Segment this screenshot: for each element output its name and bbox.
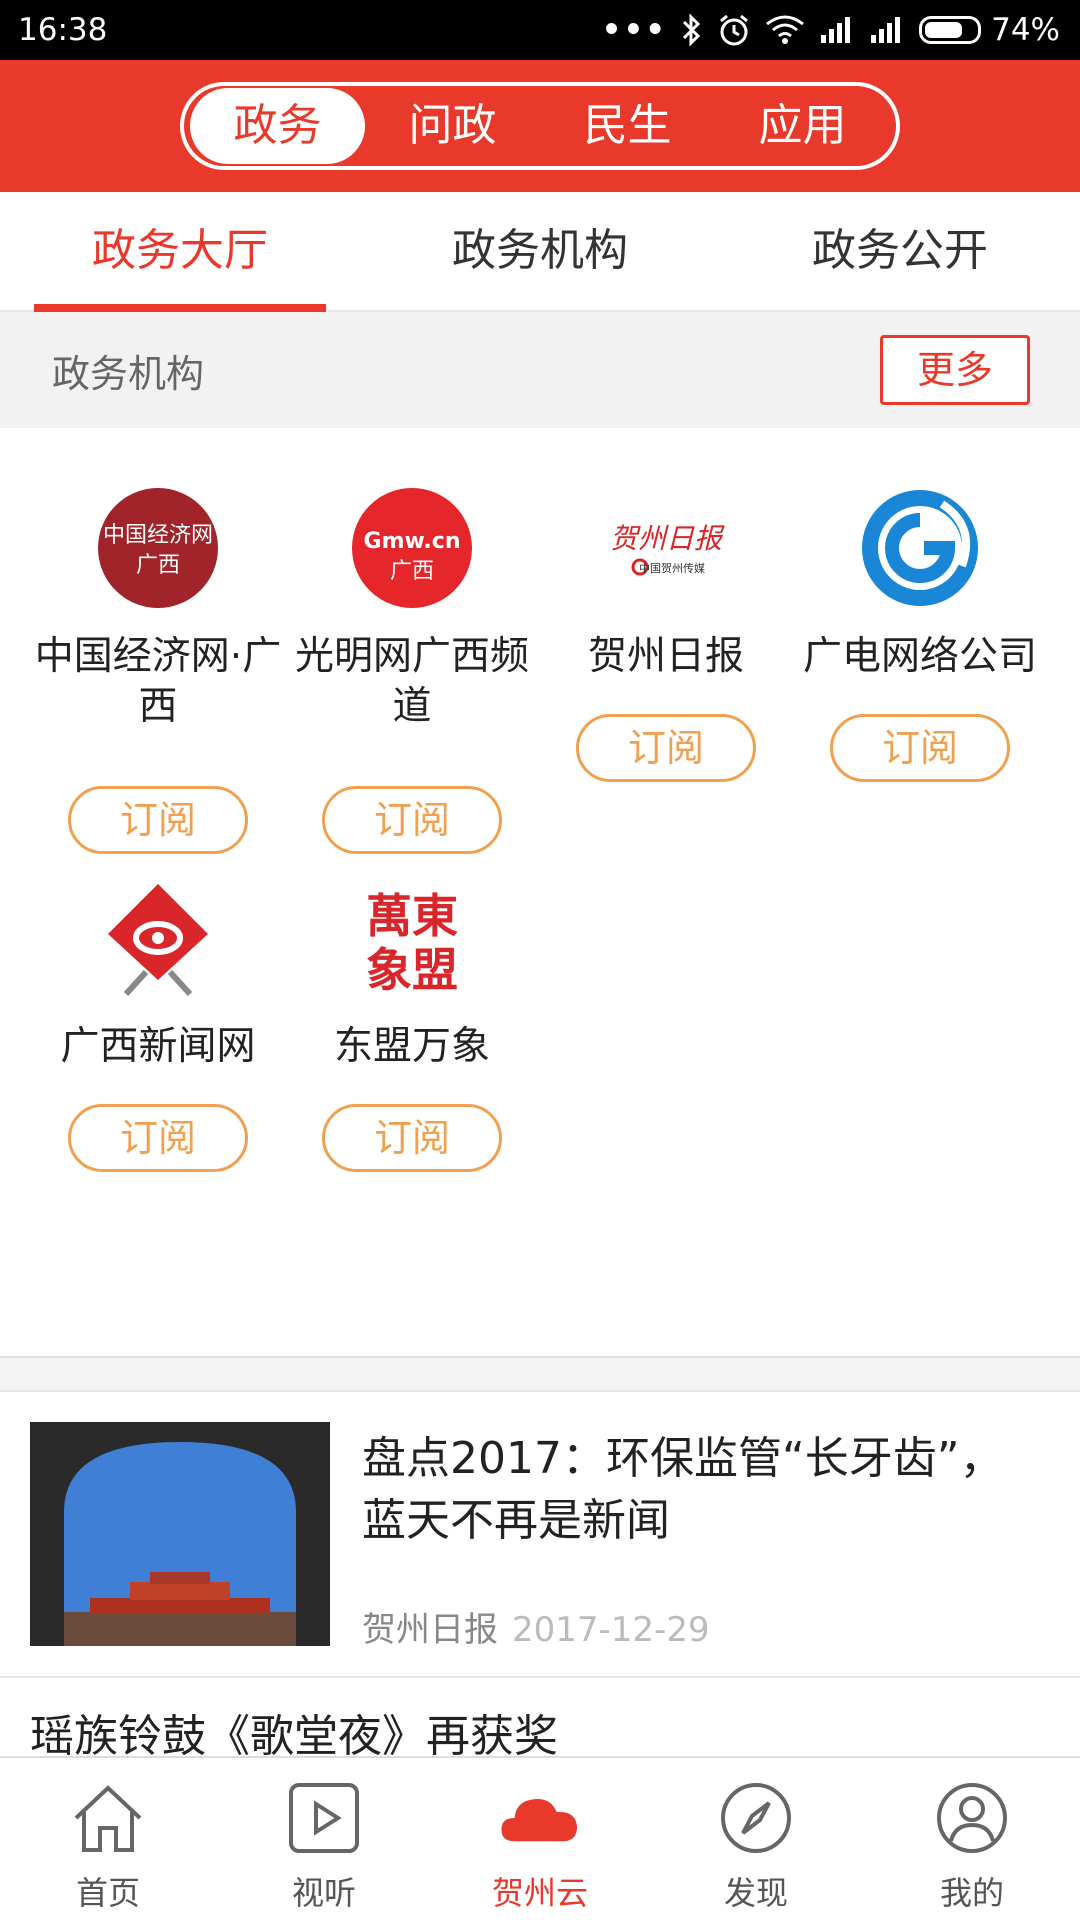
section-title: 政务机构: [52, 351, 205, 396]
nav-label: 贺州云: [491, 1874, 588, 1912]
nav-hezhou-cloud[interactable]: 贺州云: [432, 1758, 648, 1920]
asean-logo-text-2: 象盟: [366, 943, 458, 997]
home-icon: [68, 1778, 148, 1858]
signal-icon-2: [869, 15, 905, 45]
org-card-guangdian[interactable]: 广电网络公司 订阅: [792, 486, 1048, 782]
hezhou-daily-logo-icon: 贺州日报 中国贺州传媒: [604, 486, 728, 610]
nav-label: 我的: [939, 1874, 1004, 1912]
gxnews-logo-icon: [96, 876, 220, 1000]
battery-icon: [919, 16, 982, 44]
nav-home[interactable]: 首页: [0, 1758, 216, 1920]
ce-logo-text-1: 中国经济网: [103, 523, 213, 548]
hezhou-logo-text-1: 贺州日报: [610, 522, 725, 555]
org-grid: 中国经济网 广西 中国经济网·广西 订阅 Gmw.cn 广西 光明网广西频道 订…: [0, 428, 1080, 1358]
battery-percent: 74%: [991, 12, 1060, 48]
news-meta: 贺州日报 2017-12-29: [362, 1602, 710, 1651]
subscribe-button[interactable]: 订阅: [322, 1104, 502, 1172]
ce-logo-icon: 中国经济网 广西: [96, 486, 220, 610]
battery-indicator: 74%: [919, 12, 1060, 48]
nav-label: 首页: [75, 1874, 140, 1912]
gmw-logo-icon: Gmw.cn 广西: [350, 486, 474, 610]
nav-discover[interactable]: 发现: [648, 1758, 864, 1920]
news-item[interactable]: 瑶族铃鼓《歌堂夜》再获奖: [0, 1678, 1080, 1758]
tab-zhengwu-gongkai[interactable]: 政务公开: [720, 192, 1080, 310]
status-bar: 16:38 ••• 74%: [0, 0, 1080, 60]
top-header: 政务 问政 民生 应用: [0, 60, 1080, 192]
ce-logo-text-2: 广西: [136, 553, 180, 578]
segment-control: 政务 问政 民生 应用: [180, 82, 900, 170]
org-name: 广电网络公司: [802, 634, 1037, 679]
news-date: 2017-12-29: [512, 1610, 710, 1650]
news-thumbnail: [30, 1422, 330, 1646]
subscribe-button[interactable]: 订阅: [68, 1104, 248, 1172]
nav-label: 发现: [723, 1874, 788, 1912]
segment-yingyong[interactable]: 应用: [715, 88, 890, 164]
org-name: 贺州日报: [587, 634, 744, 679]
news-item[interactable]: 盘点2017：环保监管“长牙齿”，蓝天不再是新闻 贺州日报 2017-12-29: [0, 1392, 1080, 1678]
segment-zhengwu[interactable]: 政务: [190, 88, 365, 164]
org-card-ce-guangxi[interactable]: 中国经济网 广西 中国经济网·广西 订阅: [30, 486, 286, 854]
gmw-logo-text-1: Gmw.cn: [364, 529, 461, 554]
subscribe-button[interactable]: 订阅: [322, 786, 502, 854]
nav-label: 视听: [291, 1874, 356, 1912]
play-icon: [284, 1778, 364, 1858]
org-card-gmw-guangxi[interactable]: Gmw.cn 广西 光明网广西频道 订阅: [284, 486, 540, 854]
segment-minsheng[interactable]: 民生: [540, 88, 715, 164]
more-button[interactable]: 更多: [880, 335, 1030, 405]
gmw-logo-text-2: 广西: [390, 559, 434, 584]
news-source: 贺州日报: [362, 1610, 498, 1650]
org-card-asean[interactable]: 萬東 象盟 东盟万象 订阅: [284, 876, 540, 1172]
org-card-gxnews[interactable]: 广西新闻网 订阅: [30, 876, 286, 1172]
bluetooth-icon: [681, 13, 703, 47]
user-icon: [932, 1778, 1012, 1858]
news-title: 盘点2017：环保监管“长牙齿”，蓝天不再是新闻: [362, 1433, 1004, 1546]
guangdian-logo-icon: [858, 486, 982, 610]
bottom-nav: 首页 视听 贺州云 发现 我的: [0, 1756, 1080, 1920]
org-name: 中国经济网·广西: [34, 634, 282, 729]
tab-zhengwu-dating[interactable]: 政务大厅: [0, 192, 360, 312]
nav-mine[interactable]: 我的: [864, 1758, 1080, 1920]
wifi-icon: [765, 14, 805, 46]
tab-zhengwu-jigou[interactable]: 政务机构: [360, 192, 720, 310]
alarm-icon: [717, 13, 751, 47]
status-icons: ••• 74%: [602, 12, 1060, 48]
compass-icon: [716, 1778, 796, 1858]
signal-icon: [819, 15, 855, 45]
org-card-hezhou-daily[interactable]: 贺州日报 中国贺州传媒 贺州日报 订阅: [538, 486, 794, 782]
subscribe-button[interactable]: 订阅: [576, 714, 756, 782]
cloud-icon: [500, 1778, 580, 1858]
org-name: 广西新闻网: [60, 1024, 256, 1069]
asean-logo-text-1: 萬東: [366, 889, 458, 943]
subscribe-button[interactable]: 订阅: [830, 714, 1010, 782]
more-dots-icon: •••: [601, 12, 668, 48]
hezhou-logo-text-2: 中国贺州传媒: [639, 562, 705, 575]
segment-wenzheng[interactable]: 问政: [365, 88, 540, 164]
org-name: 东盟万象: [333, 1024, 490, 1069]
org-name: 光明网广西频道: [294, 634, 529, 729]
subscribe-button[interactable]: 订阅: [68, 786, 248, 854]
asean-logo-icon: 萬東 象盟: [350, 876, 474, 1000]
section-header: 政务机构 更多: [0, 312, 1080, 428]
section-divider: [0, 1356, 1080, 1392]
status-time: 16:38: [18, 12, 108, 48]
news-title: 瑶族铃鼓《歌堂夜》再获奖: [30, 1711, 558, 1758]
nav-video[interactable]: 视听: [216, 1758, 432, 1920]
sub-tabs: 政务大厅 政务机构 政务公开: [0, 192, 1080, 312]
